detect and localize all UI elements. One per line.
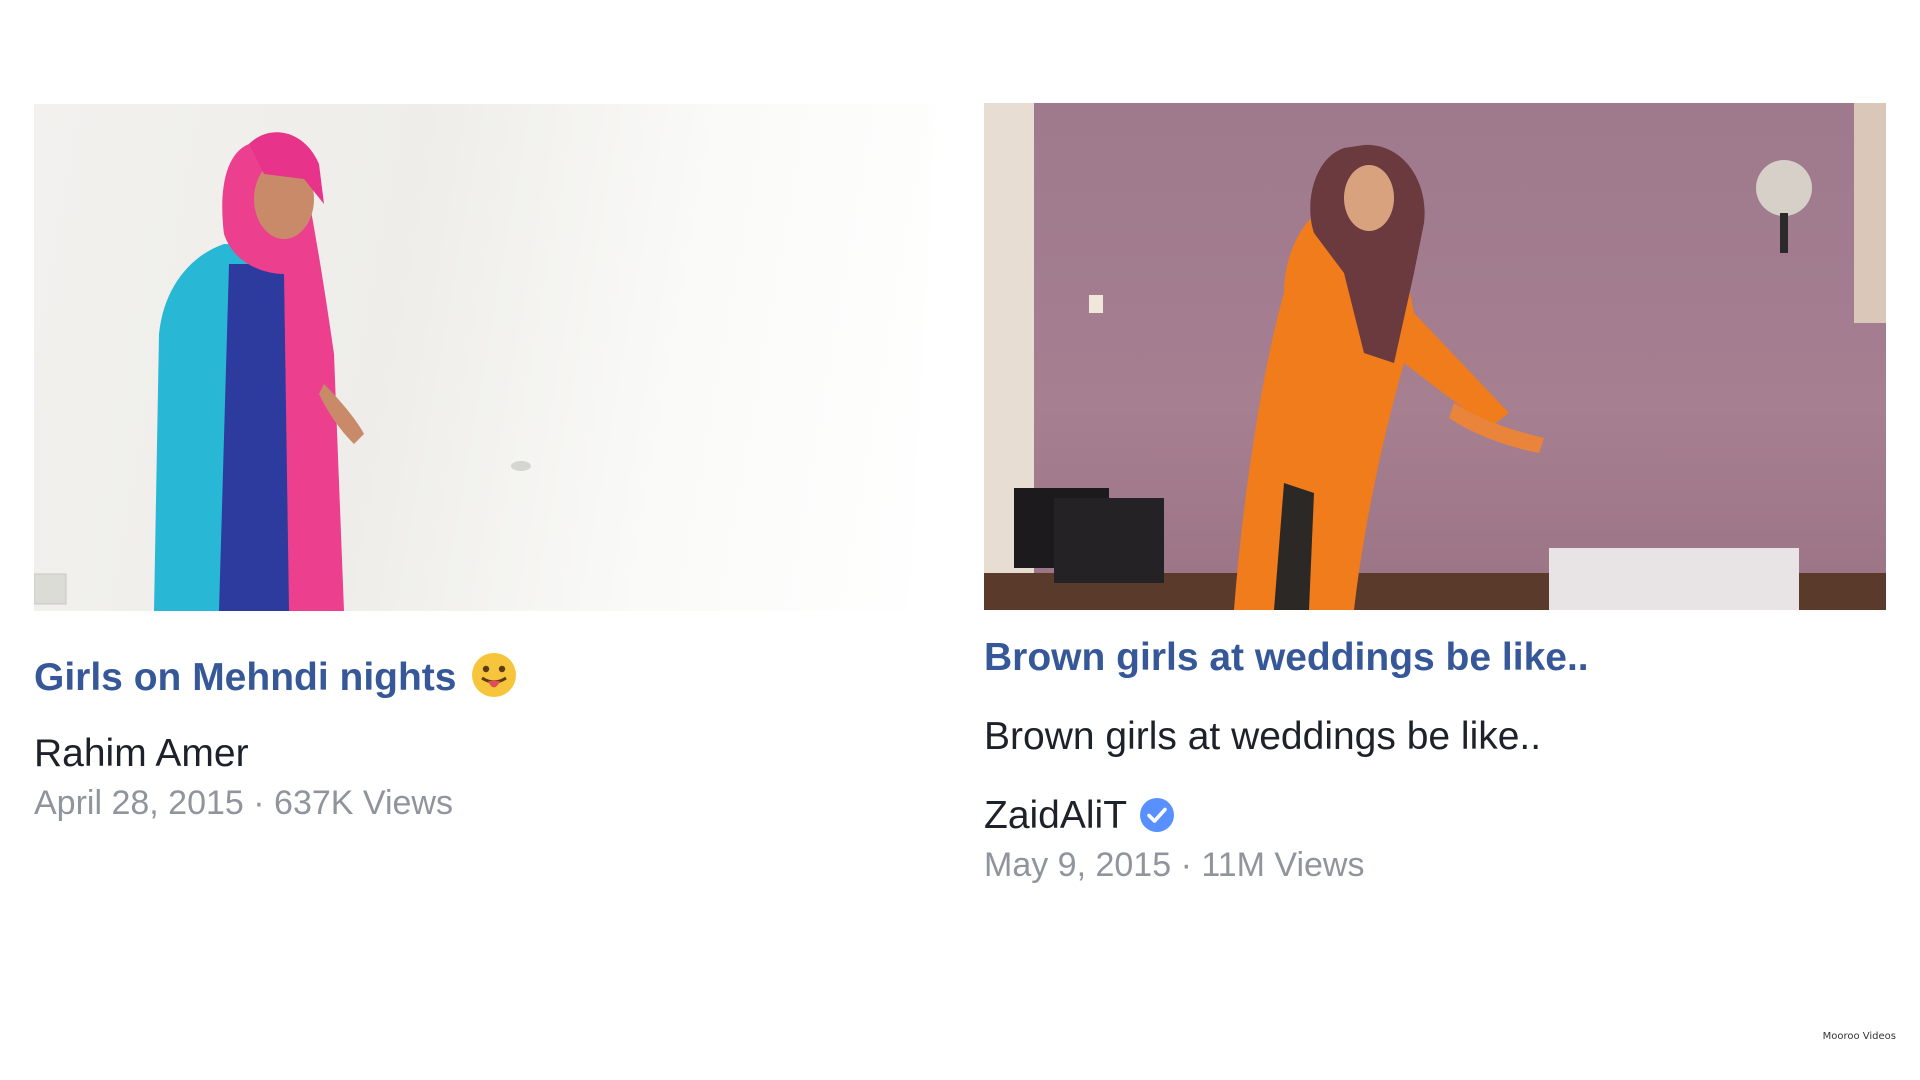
view-count: 11M Views [1201,846,1365,884]
meta-separator: · [243,784,275,822]
view-count: 637K Views [274,784,453,822]
thumbnail-scene [34,132,531,611]
tongue-out-emoji-icon [471,653,516,697]
author-name-link[interactable]: ZaidAliT [984,794,1175,838]
thumbnail-scene [984,103,1886,610]
video-title-link[interactable]: Brown girls at weddings be like.. [984,636,1589,680]
author-name: ZaidAliT [984,794,1128,837]
video-description: Brown girls at weddings be like.. [984,715,1542,758]
video-meta: April 28, 2015 · 637K Views [34,784,453,823]
video-title-link[interactable]: Girls on Mehndi nights [34,652,517,700]
watermark: Mooroo Videos [1822,1031,1896,1042]
video-title-text: Girls on Mehndi nights [34,656,457,699]
video-date: April 28, 2015 [34,784,244,822]
verified-badge-icon [1140,798,1175,832]
video-thumbnail[interactable] [34,104,936,611]
video-results-page: Girls on Mehndi nights Rahim Amer April … [0,0,1920,1080]
video-date: May 9, 2015 [984,846,1172,884]
meta-separator: · [1171,846,1202,884]
video-meta: May 9, 2015 · 11M Views [984,846,1365,885]
author-name-link[interactable]: Rahim Amer [34,732,249,776]
video-thumbnail[interactable] [984,103,1886,610]
